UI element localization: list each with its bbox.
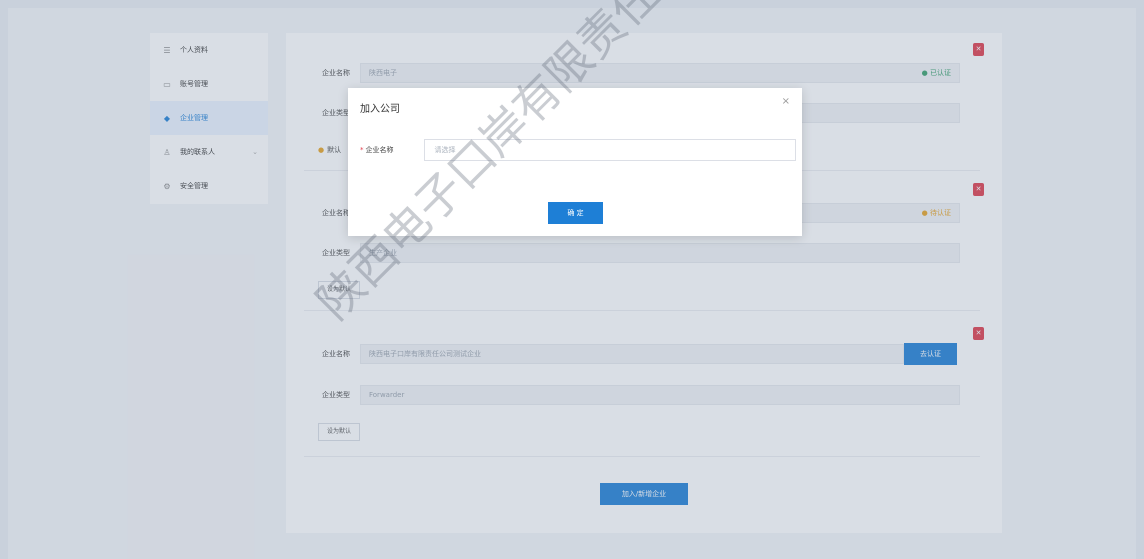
dialog-title: 加入公司 [360, 104, 400, 115]
modal-mask[interactable] [0, 0, 1144, 559]
placeholder-text: 请选择 [434, 146, 456, 154]
company-name-form-row: * 企业名称 请选择 [360, 139, 796, 161]
company-name-select[interactable]: 请选择 [423, 139, 796, 161]
join-company-dialog: 加入公司 × * 企业名称 请选择 确 定 [348, 88, 802, 236]
field-label: 企业名称 [365, 146, 394, 154]
confirm-button[interactable]: 确 定 [548, 202, 603, 224]
required-mark: * [360, 146, 364, 154]
close-icon[interactable]: × [782, 96, 790, 107]
